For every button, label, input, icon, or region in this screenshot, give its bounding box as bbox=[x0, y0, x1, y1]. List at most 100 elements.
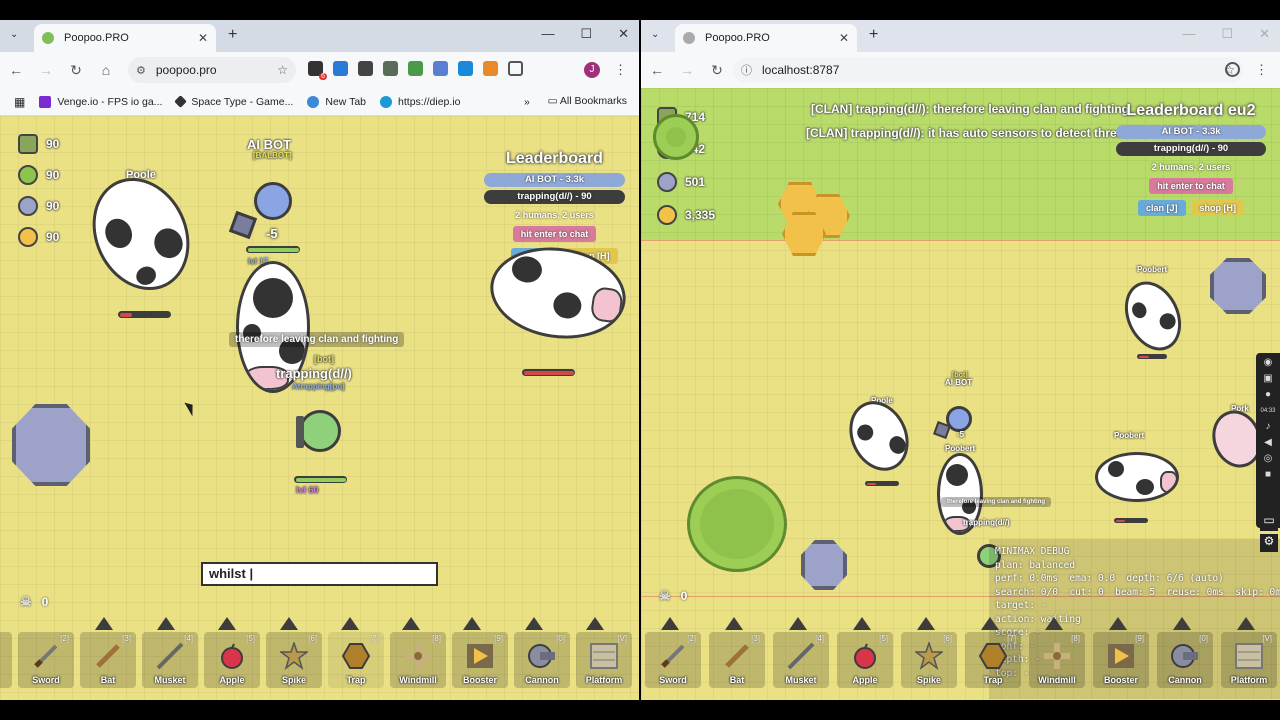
mic-icon[interactable]: ♪ bbox=[1261, 421, 1275, 433]
tab-poopoo[interactable]: Poopoo.PRO ✕ bbox=[675, 24, 857, 52]
extension-icon[interactable] bbox=[383, 61, 398, 76]
hotbar-slot-platform[interactable]: [V] Platform bbox=[576, 632, 632, 688]
menu-kebab-icon[interactable]: ⋮ bbox=[614, 62, 627, 78]
hotbar-slot-sword[interactable]: [2] Sword bbox=[18, 632, 74, 688]
close-tab-icon[interactable]: ✕ bbox=[198, 31, 208, 45]
back-icon[interactable]: ← bbox=[2, 62, 30, 78]
minimize-icon[interactable]: — bbox=[541, 26, 554, 42]
hotbar-slot-bat[interactable]: [3] Bat bbox=[80, 632, 136, 688]
extension-icon[interactable] bbox=[458, 61, 473, 76]
chat-input[interactable]: whilst | bbox=[201, 562, 438, 586]
close-window-icon[interactable]: ✕ bbox=[618, 26, 629, 42]
webcam-icon[interactable]: ◎ bbox=[1261, 453, 1275, 465]
hotbar-slot-sword[interactable]: [2] Sword bbox=[645, 632, 701, 688]
leaderboard-title: Leaderboard bbox=[506, 150, 603, 167]
minimize-icon[interactable]: — bbox=[1182, 26, 1195, 42]
slot-key: [2] bbox=[687, 634, 696, 643]
hotbar-slot-spike[interactable]: [6] Spike bbox=[266, 632, 322, 688]
bookmark-spacetype[interactable]: Space Type - Game... bbox=[174, 95, 293, 108]
site-info-icon[interactable]: ⚙ bbox=[136, 64, 146, 77]
tab-search-icon[interactable]: ⌄ bbox=[10, 29, 18, 40]
slot-key: [5] bbox=[879, 634, 888, 643]
player-name: trapping(d//) bbox=[276, 366, 352, 381]
hotbar-slot-windmill[interactable]: [8] Windmill bbox=[1029, 632, 1085, 688]
extension-icon[interactable] bbox=[408, 61, 423, 76]
forward-icon[interactable]: → bbox=[32, 62, 60, 78]
wood-icon bbox=[18, 165, 38, 185]
window-controls: — ☐ ✕ bbox=[541, 26, 629, 42]
reload-icon[interactable]: ↻ bbox=[62, 62, 90, 79]
apps-grid-icon[interactable]: ▦ bbox=[14, 95, 25, 109]
chat-button[interactable]: hit enter to chat bbox=[512, 226, 597, 242]
game-canvas[interactable]: 714 242 501 3,335 [CLAN] trapping(d//): … bbox=[641, 88, 1280, 700]
bookmark-newtab[interactable]: New Tab bbox=[307, 95, 366, 108]
hotbar-slot-musket[interactable]: [4] Musket bbox=[142, 632, 198, 688]
address-bar[interactable]: ⓘ localhost:8787 ☆ bbox=[733, 57, 1243, 83]
volume-icon[interactable]: ◀ bbox=[1261, 437, 1275, 449]
hotbar-slot-booster[interactable]: [9] Booster bbox=[452, 632, 508, 688]
back-icon[interactable]: ← bbox=[643, 62, 671, 78]
extension-icon[interactable]: 6 bbox=[308, 61, 327, 80]
extensions: 6 bbox=[308, 61, 523, 80]
hotbar-slot-platform[interactable]: [V] Platform bbox=[1221, 632, 1277, 688]
hotbar-slot-apple[interactable]: [5] Apple bbox=[204, 632, 260, 688]
booster-icon bbox=[1107, 642, 1135, 670]
tab-search-icon[interactable]: ⌄ bbox=[651, 29, 659, 40]
hotbar-slot-spike[interactable]: [6] Spike bbox=[901, 632, 957, 688]
home-icon[interactable]: ⌂ bbox=[92, 62, 120, 78]
close-window-icon[interactable]: ✕ bbox=[1259, 26, 1270, 42]
stone-icon bbox=[18, 196, 38, 216]
globe-favicon-icon bbox=[683, 32, 695, 44]
extension-icon[interactable] bbox=[333, 61, 348, 76]
hotbar-slot-booster[interactable]: [9] Booster bbox=[1093, 632, 1149, 688]
profile-icon[interactable] bbox=[1225, 62, 1240, 77]
bookmark-venge[interactable]: Venge.io - FPS io ga... bbox=[39, 95, 162, 108]
puzzle-extensions-icon[interactable] bbox=[508, 61, 523, 76]
tab-poopoo[interactable]: Poopoo.PRO ✕ bbox=[34, 24, 216, 52]
bookmark-diep[interactable]: https://diep.io bbox=[380, 95, 461, 108]
close-tab-icon[interactable]: ✕ bbox=[839, 31, 849, 45]
new-tab-button[interactable]: + bbox=[869, 26, 878, 44]
maximize-icon[interactable]: ☐ bbox=[1221, 26, 1233, 42]
bookmark-star-icon[interactable]: ☆ bbox=[277, 63, 288, 77]
shop-button[interactable]: shop [H] bbox=[1191, 200, 1244, 216]
spike-marker bbox=[341, 617, 359, 630]
hotbar-slot-windmill[interactable]: [8] Windmill bbox=[390, 632, 446, 688]
game-canvas[interactable]: 90 90 90 90 Leaderboard AI BOT - 3.3k tr… bbox=[0, 116, 639, 700]
slot-key: [8] bbox=[432, 634, 441, 643]
screenshot-icon[interactable]: ◉ bbox=[1261, 357, 1275, 369]
windmill-icon bbox=[404, 642, 432, 670]
all-bookmarks[interactable]: ▭ All Bookmarks bbox=[548, 95, 627, 107]
menu-kebab-icon[interactable]: ⋮ bbox=[1255, 62, 1268, 78]
more-bookmarks-icon[interactable]: » bbox=[524, 96, 530, 108]
camera-icon[interactable]: ▣ bbox=[1261, 373, 1275, 385]
stop-icon[interactable]: ■ bbox=[1261, 469, 1275, 481]
health-bar bbox=[118, 311, 171, 318]
address-bar[interactable]: ⚙ poopoo.pro ☆ bbox=[128, 57, 296, 83]
url-text: localhost:8787 bbox=[762, 63, 840, 77]
extension-icon[interactable] bbox=[433, 61, 448, 76]
clan-button[interactable]: clan [J] bbox=[1137, 200, 1186, 216]
new-tab-button[interactable]: + bbox=[228, 26, 237, 44]
settings-gear-icon[interactable]: ⚙ bbox=[1260, 534, 1278, 552]
hotbar-slot-musket[interactable]: [4] Musket bbox=[773, 632, 829, 688]
extension-icon[interactable] bbox=[483, 61, 498, 76]
reload-icon[interactable]: ↻ bbox=[703, 62, 731, 79]
hotbar-slot-bat[interactable]: [3] Bat bbox=[709, 632, 765, 688]
hotbar-slot-trap[interactable]: [7] Trap bbox=[328, 632, 384, 688]
window-icon[interactable]: ▭ bbox=[1260, 513, 1278, 531]
cow-spot bbox=[886, 433, 909, 457]
chat-button[interactable]: hit enter to chat bbox=[1149, 178, 1233, 194]
hotbar-slot-cannon[interactable]: [0] Cannon bbox=[514, 632, 570, 688]
maximize-icon[interactable]: ☐ bbox=[580, 26, 592, 42]
hotbar-slot-apple[interactable]: [5] Apple bbox=[837, 632, 893, 688]
hotbar-slot-cannon[interactable]: [0] Cannon bbox=[1157, 632, 1213, 688]
forward-icon[interactable]: → bbox=[673, 62, 701, 78]
spike-marker bbox=[463, 617, 481, 630]
record-icon[interactable]: ● bbox=[1261, 389, 1275, 401]
hotbar-slot-partial[interactable] bbox=[0, 632, 12, 688]
info-icon[interactable]: ⓘ bbox=[741, 62, 752, 78]
extension-icon[interactable] bbox=[358, 61, 373, 76]
hotbar-slot-trap[interactable]: [7] Trap bbox=[965, 632, 1021, 688]
profile-avatar[interactable]: J bbox=[584, 62, 600, 78]
